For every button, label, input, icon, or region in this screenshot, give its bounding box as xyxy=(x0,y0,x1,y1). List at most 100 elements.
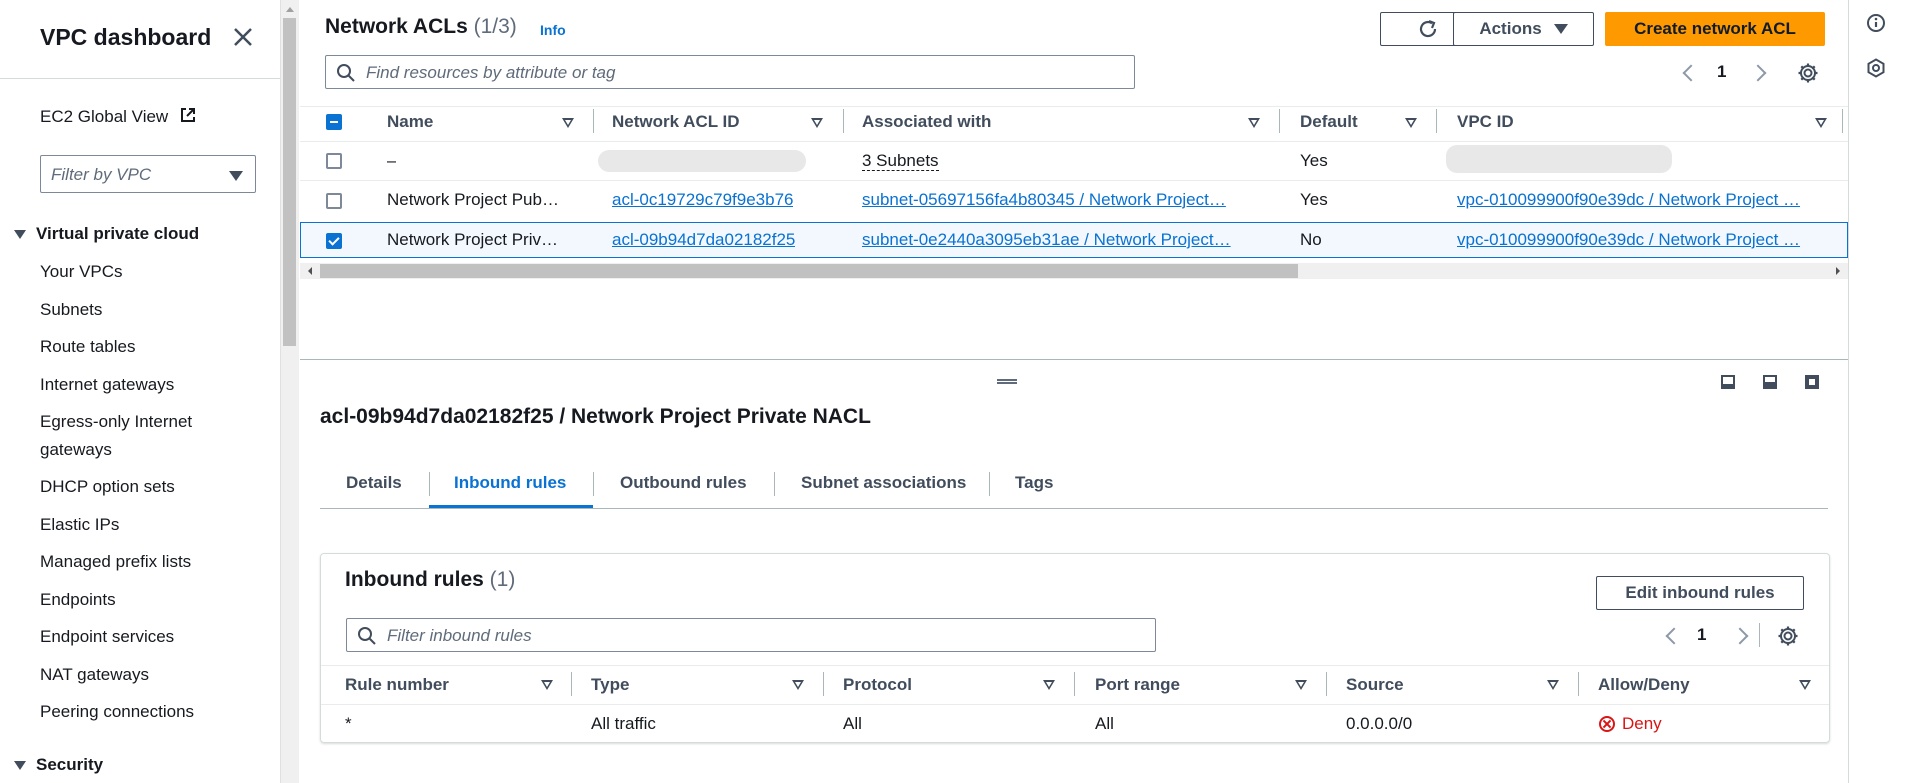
acl-id-link[interactable]: acl-0c19729c79f9e3b76 xyxy=(612,190,793,210)
actions-dropdown[interactable]: Actions xyxy=(1453,12,1594,46)
column-header-acl-id[interactable]: Network ACL ID xyxy=(612,112,740,132)
column-resizer[interactable] xyxy=(843,109,844,133)
create-network-acl-button[interactable]: Create network ACL xyxy=(1605,12,1825,46)
sort-icon[interactable] xyxy=(1405,118,1417,128)
column-resizer[interactable] xyxy=(571,672,572,696)
info-link[interactable]: Info xyxy=(540,22,566,38)
tab-outbound-rules[interactable]: Outbound rules xyxy=(620,473,747,493)
column-header-vpc-id[interactable]: VPC ID xyxy=(1457,112,1514,132)
sort-icon[interactable] xyxy=(811,118,823,128)
settings-gear-icon[interactable] xyxy=(1777,625,1799,647)
column-header-default[interactable]: Default xyxy=(1300,112,1358,132)
search-input[interactable]: Find resources by attribute or tag xyxy=(325,55,1135,89)
drag-handle-icon[interactable] xyxy=(997,379,1017,384)
scroll-right-icon[interactable] xyxy=(1834,266,1842,276)
prev-page-icon[interactable] xyxy=(1682,64,1700,82)
vpc-id-link[interactable]: vpc-010099900f90e39dc / Network Project … xyxy=(1457,190,1832,210)
column-resizer[interactable] xyxy=(1326,672,1327,696)
tab-separator xyxy=(429,472,430,496)
column-header-rule-number[interactable]: Rule number xyxy=(345,675,449,695)
row-checkbox[interactable] xyxy=(326,153,342,169)
column-header-protocol[interactable]: Protocol xyxy=(843,675,912,695)
subnet-link[interactable]: subnet-0e2440a3095eb31ae / Network Proje… xyxy=(862,230,1262,250)
column-resizer[interactable] xyxy=(1074,672,1075,696)
sidebar-item-nat-gateways[interactable]: NAT gateways xyxy=(40,665,149,685)
sidebar-item-dhcp-option-sets[interactable]: DHCP option sets xyxy=(40,477,175,497)
sidebar-title[interactable]: VPC dashboard xyxy=(40,24,211,51)
divider xyxy=(1759,623,1760,647)
section-label: Virtual private cloud xyxy=(36,224,200,243)
sidebar-item-egress-only-gateways-line2[interactable]: gateways xyxy=(40,440,112,460)
acl-id-link[interactable]: acl-09b94d7da02182f25 xyxy=(612,230,795,250)
table-scrollbar-thumb[interactable] xyxy=(320,264,1298,278)
settings-gear-icon[interactable] xyxy=(1797,62,1819,84)
sidebar-item-endpoints[interactable]: Endpoints xyxy=(40,590,116,610)
column-header-allow-deny[interactable]: Allow/Deny xyxy=(1598,675,1690,695)
sidebar-item-egress-only-gateways[interactable]: Egress-only Internet xyxy=(40,412,192,432)
column-header-source[interactable]: Source xyxy=(1346,675,1404,695)
row-checkbox[interactable] xyxy=(326,193,342,209)
sidebar-item-elastic-ips[interactable]: Elastic IPs xyxy=(40,515,119,535)
column-header-name[interactable]: Name xyxy=(387,112,433,132)
column-resizer[interactable] xyxy=(1436,109,1437,133)
active-tab-indicator xyxy=(429,505,593,508)
sort-icon[interactable] xyxy=(562,118,574,128)
subnet-link[interactable]: subnet-05697156fa4b80345 / Network Proje… xyxy=(862,190,1262,210)
sidebar-section-vpc[interactable]: Virtual private cloud xyxy=(14,224,199,244)
vpc-id-link[interactable]: vpc-010099900f90e39dc / Network Project … xyxy=(1457,230,1832,250)
external-link-icon xyxy=(180,108,195,122)
next-page-icon[interactable] xyxy=(1749,64,1767,82)
row-associated[interactable]: 3 Subnets xyxy=(862,151,939,171)
sidebar-item-subnets[interactable]: Subnets xyxy=(40,300,102,320)
select-all-checkbox[interactable] xyxy=(326,114,342,130)
column-header-type[interactable]: Type xyxy=(591,675,629,695)
page-number[interactable]: 1 xyxy=(1697,625,1706,645)
sort-icon[interactable] xyxy=(1799,680,1811,690)
tab-subnet-associations[interactable]: Subnet associations xyxy=(801,473,966,493)
sidebar-item-ec2-global-view[interactable]: EC2 Global View xyxy=(40,106,197,127)
sidebar-scrollbar-thumb[interactable] xyxy=(283,18,296,346)
sort-icon[interactable] xyxy=(1547,680,1559,690)
sort-icon[interactable] xyxy=(541,680,553,690)
page-number[interactable]: 1 xyxy=(1717,62,1726,82)
column-header-port-range[interactable]: Port range xyxy=(1095,675,1180,695)
sort-icon[interactable] xyxy=(1295,680,1307,690)
tutorial-panel-icon[interactable] xyxy=(1866,58,1886,78)
sidebar-item-internet-gateways[interactable]: Internet gateways xyxy=(40,375,174,395)
sidebar-item-peering-connections[interactable]: Peering connections xyxy=(40,702,194,722)
column-resizer[interactable] xyxy=(1842,109,1843,133)
associated-subnets-count[interactable]: 3 Subnets xyxy=(862,151,939,171)
sort-icon[interactable] xyxy=(792,680,804,690)
filter-inbound-rules-input[interactable]: Filter inbound rules xyxy=(346,618,1156,652)
tab-tags[interactable]: Tags xyxy=(1015,473,1053,493)
sort-icon[interactable] xyxy=(1043,680,1055,690)
sort-icon[interactable] xyxy=(1815,118,1827,128)
scroll-up-icon[interactable] xyxy=(284,4,296,14)
panel-bottom-icon[interactable] xyxy=(1721,375,1735,389)
sidebar-section-security[interactable]: Security xyxy=(14,755,103,775)
row-checkbox-checked[interactable] xyxy=(326,233,342,249)
vpc-filter-select[interactable]: Filter by VPC xyxy=(40,155,256,193)
sidebar-item-endpoint-services[interactable]: Endpoint services xyxy=(40,627,174,647)
redacted-vpc-id xyxy=(1446,145,1672,173)
row-default: No xyxy=(1300,230,1322,249)
column-resizer[interactable] xyxy=(1578,672,1579,696)
sidebar-item-managed-prefix-lists[interactable]: Managed prefix lists xyxy=(40,552,191,572)
scroll-left-icon[interactable] xyxy=(306,266,314,276)
sidebar-item-your-vpcs[interactable]: Your VPCs xyxy=(40,262,123,282)
sidebar-item-route-tables[interactable]: Route tables xyxy=(40,337,135,357)
rule-type: All traffic xyxy=(591,714,656,733)
sort-icon[interactable] xyxy=(1248,118,1260,128)
tab-inbound-rules[interactable]: Inbound rules xyxy=(454,473,566,493)
column-resizer[interactable] xyxy=(593,109,594,133)
panel-full-icon[interactable] xyxy=(1805,375,1819,389)
column-resizer[interactable] xyxy=(823,672,824,696)
tab-details[interactable]: Details xyxy=(346,473,402,493)
column-header-associated-with[interactable]: Associated with xyxy=(862,112,991,132)
column-resizer[interactable] xyxy=(1279,109,1280,133)
header-divider xyxy=(300,141,1848,142)
info-panel-icon[interactable] xyxy=(1866,13,1886,33)
close-icon[interactable] xyxy=(232,26,254,48)
panel-half-icon[interactable] xyxy=(1763,375,1777,389)
edit-inbound-rules-button[interactable]: Edit inbound rules xyxy=(1596,576,1804,610)
